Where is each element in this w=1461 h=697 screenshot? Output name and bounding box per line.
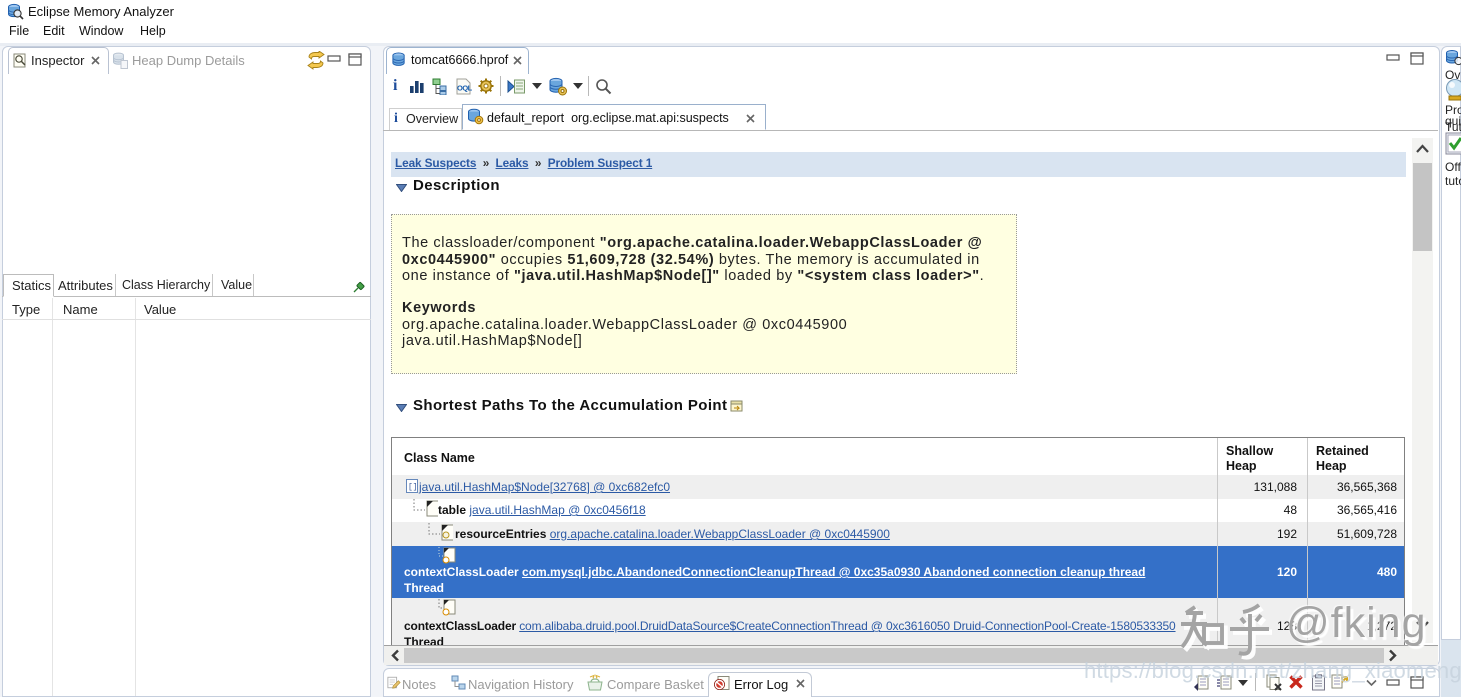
- svg-text:[]: []: [408, 483, 418, 492]
- svg-text:OQL: OQL: [457, 84, 472, 93]
